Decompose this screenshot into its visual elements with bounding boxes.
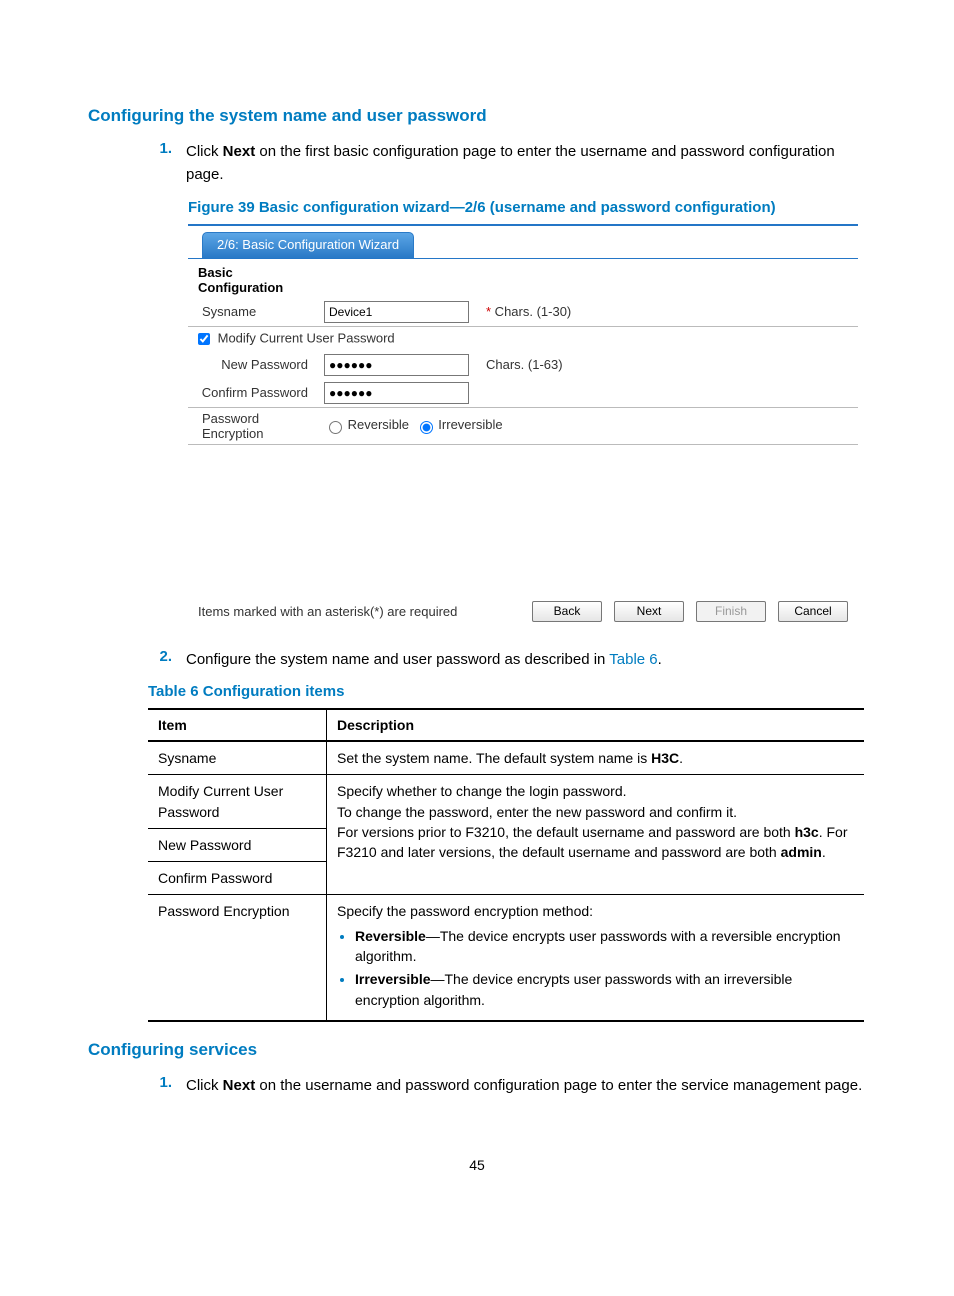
cell-item: Confirm Password [148, 862, 327, 895]
back-button[interactable]: Back [532, 601, 602, 622]
text-bold: Next [223, 1077, 256, 1094]
text-bold: Next [223, 143, 256, 160]
modify-password-label: Modify Current User Password [218, 330, 395, 345]
encryption-reversible[interactable]: Reversible [324, 417, 409, 432]
text-bold: H3C [651, 750, 679, 766]
cell-desc: Specify whether to change the login pass… [327, 775, 865, 895]
config-items-table: Item Description Sysname Set the system … [148, 708, 864, 1022]
wizard-footer-text: Items marked with an asterisk(*) are req… [198, 604, 520, 619]
cell-desc: Set the system name. The default system … [327, 741, 865, 775]
heading-config-sysname: Configuring the system name and user pas… [88, 106, 866, 126]
text: Chars. (1-30) [491, 304, 571, 319]
text: Set the system name. The default system … [337, 750, 651, 766]
text: on the first basic configuration page to… [186, 143, 835, 183]
next-button[interactable]: Next [614, 601, 684, 622]
step-number: 2. [148, 648, 172, 665]
figure-caption: Figure 39 Basic configuration wizard—2/6… [188, 199, 866, 216]
step-number: 1. [148, 1074, 172, 1091]
table-reference-link[interactable]: Table 6 [609, 651, 657, 668]
text: . [822, 844, 826, 860]
confirm-password-input[interactable] [324, 382, 469, 404]
text: Specify the password encryption method: [337, 901, 854, 921]
text: . [658, 651, 662, 668]
text: Irreversible [438, 417, 502, 432]
sysname-label: Sysname [188, 298, 318, 326]
text: To change the password, enter the new pa… [337, 802, 854, 822]
text-bold: h3c [795, 824, 819, 840]
wizard-tab[interactable]: 2/6: Basic Configuration Wizard [202, 232, 414, 258]
confirm-password-label: Confirm Password [188, 379, 318, 407]
text: on the username and password configurati… [255, 1077, 862, 1094]
step-number: 1. [148, 140, 172, 157]
text: Reversible [348, 417, 409, 432]
cancel-button[interactable]: Cancel [778, 601, 848, 622]
cell-item: Sysname [148, 741, 327, 775]
cell-item: Modify Current User Password [148, 775, 327, 829]
text: Click [186, 1077, 223, 1094]
text: For versions prior to F3210, the default… [337, 824, 795, 840]
modify-password-checkbox[interactable] [198, 333, 210, 345]
text: Specify whether to change the login pass… [337, 781, 854, 801]
step-text: Click Next on the first basic configurat… [186, 140, 866, 187]
new-password-label: New Password [188, 351, 318, 379]
step-text: Configure the system name and user passw… [186, 648, 866, 671]
cell-desc: Specify the password encryption method: … [327, 895, 865, 1021]
text: Configure the system name and user passw… [186, 651, 609, 668]
th-description: Description [327, 709, 865, 741]
text-bold: admin [781, 844, 822, 860]
step-text: Click Next on the username and password … [186, 1074, 866, 1097]
text-bold: Irreversible [355, 971, 431, 987]
finish-button: Finish [696, 601, 766, 622]
text: Click [186, 143, 223, 160]
new-password-input[interactable] [324, 354, 469, 376]
sysname-hint: * Chars. (1-30) [480, 298, 858, 326]
table-caption: Table 6 Configuration items [148, 683, 866, 700]
heading-config-services: Configuring services [88, 1040, 866, 1060]
encryption-irreversible[interactable]: Irreversible [415, 417, 503, 432]
figure-wizard: 2/6: Basic Configuration Wizard Basic Co… [188, 224, 858, 630]
page-number: 45 [88, 1157, 866, 1173]
wizard-section-title: Basic Configuration [188, 263, 308, 298]
text-bold: Reversible [355, 928, 426, 944]
sysname-input[interactable] [324, 301, 469, 323]
encryption-label: Password Encryption [188, 408, 318, 444]
new-password-hint: Chars. (1-63) [480, 351, 858, 379]
cell-item: Password Encryption [148, 895, 327, 1021]
cell-item: New Password [148, 828, 327, 861]
th-item: Item [148, 709, 327, 741]
text: . [679, 750, 683, 766]
text: —The device encrypts user passwords with… [355, 928, 841, 964]
